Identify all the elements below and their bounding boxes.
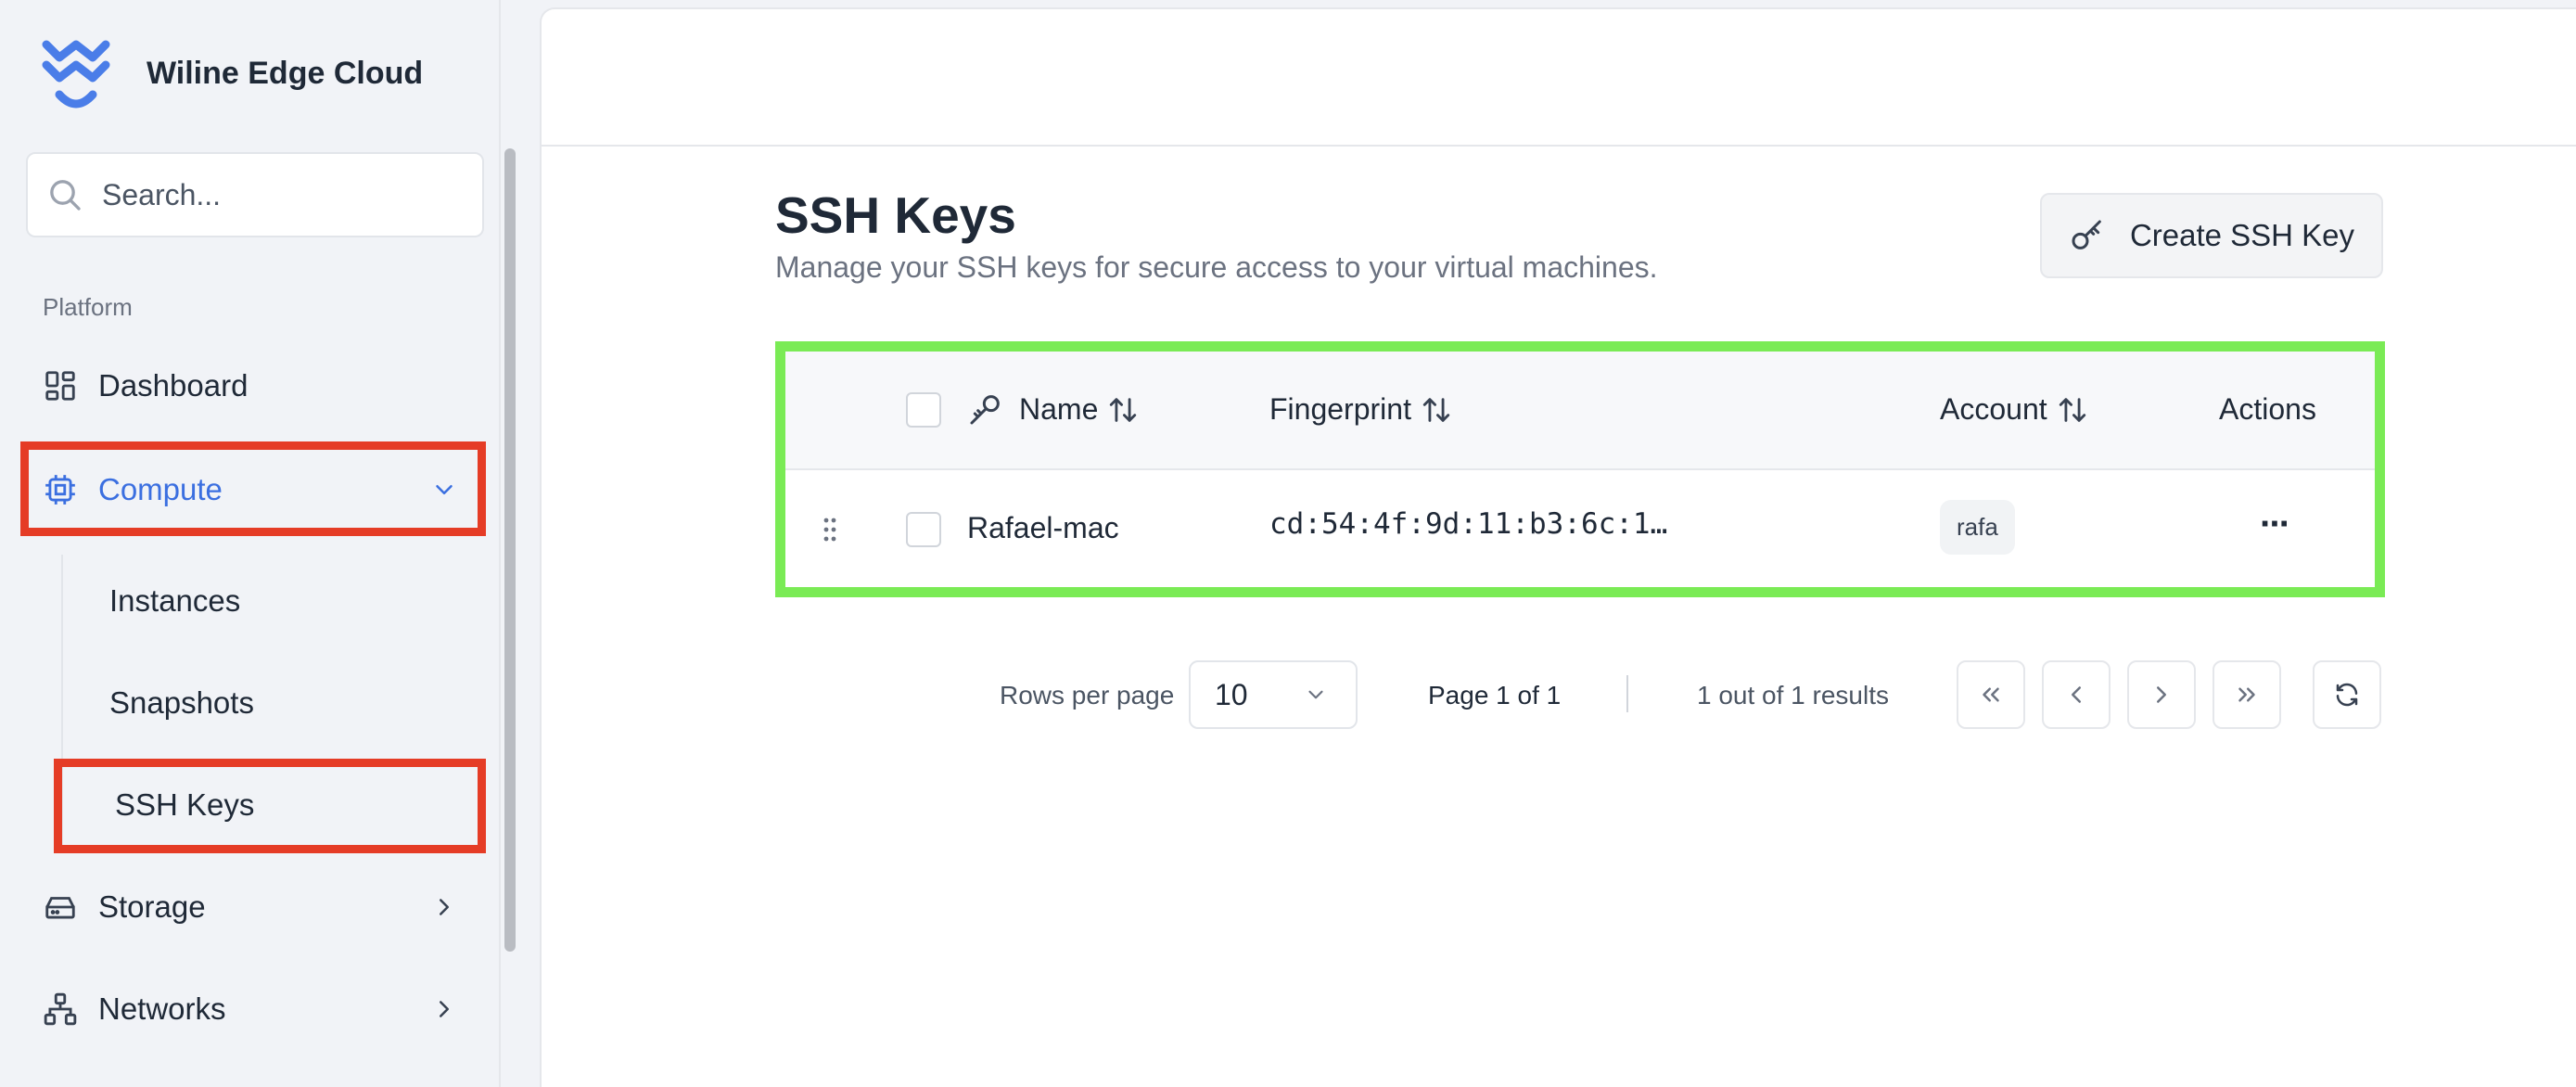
highlight-ssh-keys <box>54 759 486 853</box>
column-label: Actions <box>2219 392 2316 426</box>
column-header-actions: Actions <box>2219 392 2316 427</box>
search-box[interactable] <box>26 152 484 237</box>
page-subtitle: Manage your SSH keys for secure access t… <box>775 250 1658 284</box>
dashboard-icon <box>45 371 75 401</box>
rows-per-page-value: 10 <box>1215 677 1248 711</box>
brand[interactable]: Wiline Edge Cloud <box>41 37 423 111</box>
create-ssh-key-button[interactable]: Create SSH Key <box>2040 193 2383 278</box>
row-checkbox[interactable] <box>906 512 941 547</box>
page-title: SSH Keys <box>775 186 1016 244</box>
sidebar-scrollbar[interactable] <box>504 148 516 952</box>
next-page-button[interactable] <box>2127 660 2196 729</box>
sidebar-subitem-instances[interactable]: Instances <box>89 562 478 640</box>
chevron-down-icon <box>1308 690 1323 699</box>
key-icon <box>967 390 1004 428</box>
sidebar-item-dashboard[interactable]: Dashboard <box>26 343 484 428</box>
chevron-right-icon <box>2157 686 2166 703</box>
sort-icon <box>1110 397 1137 422</box>
drag-handle-icon[interactable] <box>821 517 839 543</box>
sort-icon <box>1422 397 1450 422</box>
sidebar: Wiline Edge Cloud Platform Dashboard Com… <box>0 0 516 1087</box>
sidebar-item-networks[interactable]: Networks <box>26 966 484 1052</box>
chevron-right-icon <box>440 1001 449 1017</box>
create-button-label: Create SSH Key <box>2129 218 2355 252</box>
rows-per-page-label: Rows per page <box>1000 681 1175 710</box>
sidebar-item-storage[interactable]: Storage <box>26 864 484 950</box>
chevron-right-icon <box>440 899 449 915</box>
page-info: Page 1 of 1 <box>1428 681 1562 710</box>
ssh-keys-table: Name Fingerprint Account Actions Rafael-… <box>775 341 2385 597</box>
sidebar-item-label: Storage <box>98 889 206 924</box>
row-fingerprint: cd:54:4f:9d:11:b3:6c:1… <box>1269 507 1668 541</box>
table-header: Name Fingerprint Account Actions <box>785 352 2375 470</box>
rows-per-page-select[interactable]: 10 <box>1189 660 1358 729</box>
search-input[interactable] <box>102 177 454 212</box>
sidebar-subitem-snapshots[interactable]: Snapshots <box>89 664 478 742</box>
results-count: 1 out of 1 results <box>1697 681 1890 710</box>
refresh-icon <box>2336 683 2358 707</box>
row-account-badge: rafa <box>1940 500 2015 555</box>
top-bar <box>542 9 2576 147</box>
row-name: Rafael-mac <box>967 511 1119 544</box>
account-badge-label: rafa <box>1940 500 2015 555</box>
column-label: Account <box>1940 392 2047 426</box>
column-label: Fingerprint <box>1269 392 1411 426</box>
chevron-left-icon <box>2072 686 2081 703</box>
last-page-button[interactable] <box>2213 660 2281 729</box>
column-header-name[interactable]: Name <box>1019 392 1139 427</box>
main-content: SSH Keys Manage your SSH keys for secure… <box>540 7 2576 1087</box>
brand-name: Wiline Edge Cloud <box>147 56 424 91</box>
pagination-divider <box>1626 675 1628 712</box>
section-label-platform: Platform <box>43 293 133 321</box>
column-header-account[interactable]: Account <box>1940 392 2088 427</box>
chevrons-left-icon <box>1983 687 1999 702</box>
refresh-button[interactable] <box>2313 660 2381 729</box>
column-label: Name <box>1019 392 1099 426</box>
select-all-checkbox[interactable] <box>906 392 941 428</box>
search-icon <box>50 180 81 211</box>
first-page-button[interactable] <box>1957 660 2025 729</box>
sidebar-subitem-label: Instances <box>109 583 241 618</box>
previous-page-button[interactable] <box>2042 660 2111 729</box>
sidebar-item-label: Dashboard <box>98 368 249 403</box>
highlight-compute <box>20 441 486 536</box>
sidebar-item-label: Networks <box>98 991 226 1026</box>
wiline-logo-icon <box>42 40 110 109</box>
network-icon <box>44 992 77 1026</box>
key-icon <box>2072 220 2101 249</box>
hard-drive-icon <box>45 897 75 919</box>
column-header-fingerprint[interactable]: Fingerprint <box>1269 392 1452 427</box>
sidebar-subitem-label: Snapshots <box>109 685 254 720</box>
chevrons-right-icon <box>2238 687 2255 702</box>
row-actions-menu-icon[interactable]: ··· <box>2260 504 2291 545</box>
sort-icon <box>2059 397 2085 422</box>
